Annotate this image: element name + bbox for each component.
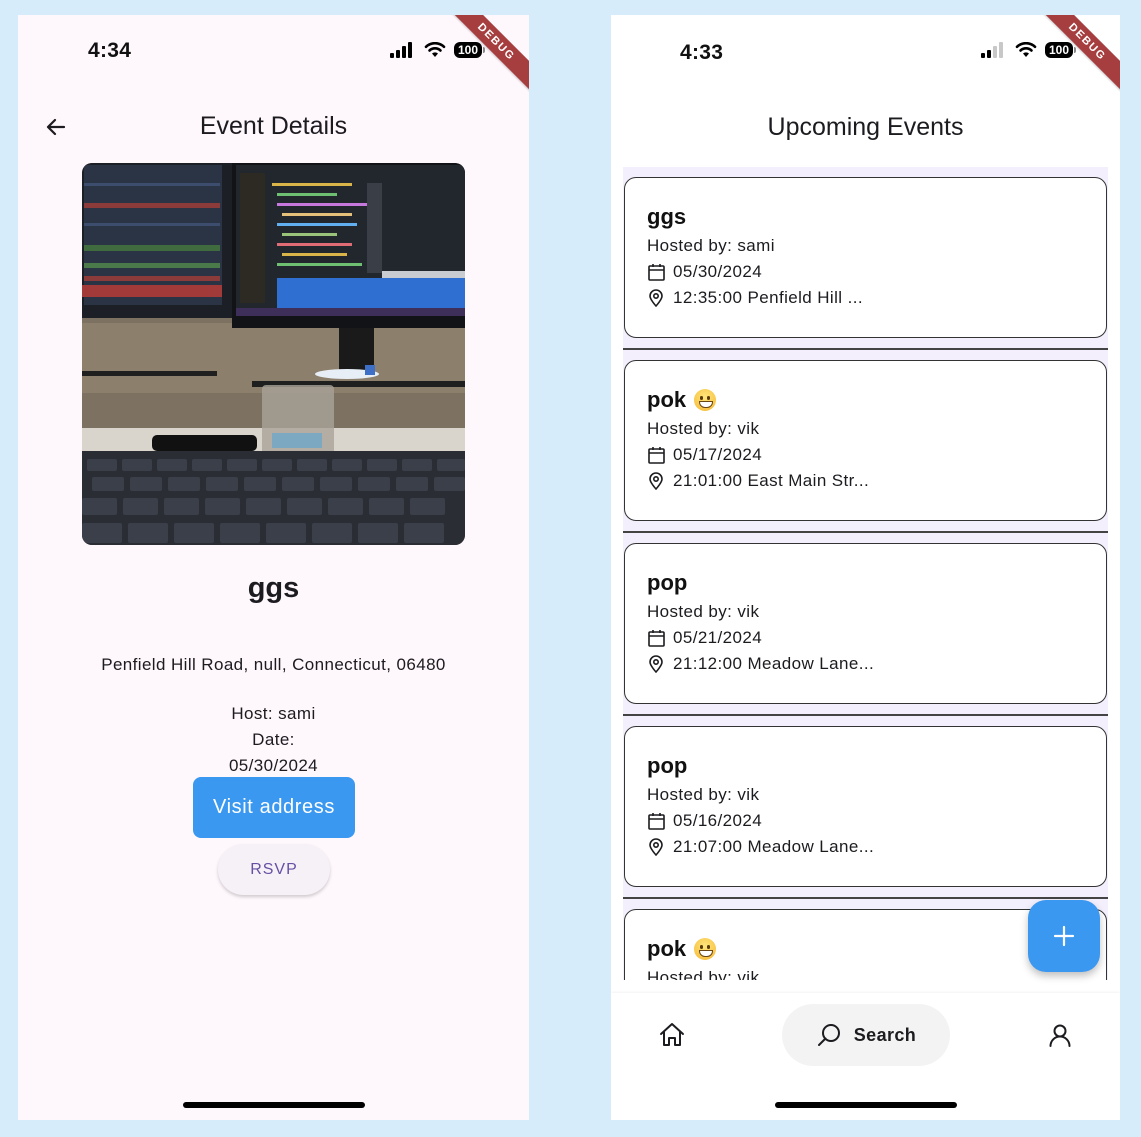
bottom-navigation: Search: [611, 993, 1120, 1120]
event-card-title: ggs: [647, 204, 1084, 230]
event-host: Hosted by: vik: [647, 418, 760, 438]
event-date: 05/21/2024: [673, 627, 763, 647]
location-pin-icon: [649, 471, 663, 490]
event-location-row: 12:35:00 Penfield Hill ...: [647, 287, 1084, 308]
home-indicator: [774, 1102, 957, 1108]
visit-address-button[interactable]: Visit address: [193, 777, 355, 838]
add-event-button[interactable]: [1028, 900, 1100, 972]
wifi-icon: [1015, 42, 1037, 57]
event-list-item: pok Hosted by: vik 05/17/2024 21:01:00 East…: [623, 350, 1108, 533]
cellular-signal-icon: [980, 42, 1003, 58]
event-host: Hosted by: vik: [647, 967, 760, 981]
wifi-icon: [424, 42, 446, 57]
event-date-label: Date:: [252, 730, 295, 749]
event-location: 21:12:00 Meadow Lane...: [673, 653, 875, 673]
location-pin-icon: [649, 837, 663, 856]
battery-tip: [1074, 47, 1076, 53]
nav-profile[interactable]: [1043, 1018, 1077, 1052]
event-card[interactable]: pop Hosted by: vik 05/21/2024 21:12:00 Mead…: [624, 543, 1107, 704]
status-bar: 4:33 100: [611, 15, 1120, 85]
grinning-emoji-icon: [694, 389, 717, 411]
event-location-row: 21:01:00 East Main Str...: [647, 470, 1084, 491]
event-card[interactable]: ggs Hosted by: sami 05/30/2024 12:35:00 Pen…: [624, 177, 1107, 338]
event-list[interactable]: ggs Hosted by: sami 05/30/2024 12:35:00 Pen…: [623, 167, 1108, 980]
status-time: 4:34: [88, 39, 132, 62]
event-list-item: pop Hosted by: vik 05/21/2024 21:12:00 Mead…: [623, 533, 1108, 716]
battery-indicator: 100: [453, 42, 485, 58]
event-title-text: pok: [647, 936, 687, 961]
status-icons: 100: [389, 42, 485, 58]
event-card[interactable]: pop Hosted by: vik 05/16/2024 21:07:00 Mead…: [624, 726, 1107, 887]
event-location: 21:07:00 Meadow Lane...: [673, 836, 875, 856]
event-title-text: pok: [647, 387, 687, 412]
app-bar: Event Details: [18, 105, 529, 149]
home-icon: [660, 1023, 684, 1046]
rsvp-button[interactable]: RSVP: [218, 844, 330, 895]
event-date: 05/30/2024: [673, 261, 763, 281]
cellular-signal-icon: [389, 42, 412, 58]
battery-indicator: 100: [1044, 42, 1076, 58]
event-host: Hosted by: vik: [647, 601, 760, 621]
event-image: [82, 163, 465, 545]
battery-tip: [483, 47, 485, 53]
status-time: 4:33: [680, 41, 724, 64]
calendar-icon: [647, 446, 665, 464]
event-list-item: ggs Hosted by: sami 05/30/2024 12:35:00 Pen…: [623, 167, 1108, 350]
event-meta: Host: sami Date: 05/30/2024: [18, 701, 529, 779]
status-bar: 4:34 100: [18, 15, 529, 85]
nav-home[interactable]: [655, 1018, 689, 1052]
nav-search[interactable]: Search: [782, 1004, 950, 1066]
profile-icon: [1049, 1024, 1071, 1047]
event-location: 21:01:00 East Main Str...: [673, 470, 870, 490]
calendar-icon: [647, 263, 665, 281]
home-indicator: [182, 1102, 365, 1108]
event-list-item: pop Hosted by: vik 05/16/2024 21:07:00 Mead…: [623, 716, 1108, 899]
battery-level: 100: [453, 42, 482, 58]
event-date-row: 05/17/2024: [647, 444, 1084, 465]
calendar-icon: [647, 812, 665, 830]
event-details-screen: 4:34 100 DEBUG Event Details ggs Penfiel…: [18, 15, 529, 1120]
event-date-value: 05/30/2024: [228, 756, 319, 775]
event-host: Host: sami: [231, 704, 316, 723]
event-card[interactable]: pok Hosted by: vik 05/17/2024 21:01:00 East…: [624, 360, 1107, 521]
event-date-row: 05/30/2024: [647, 261, 1084, 282]
event-date: 05/16/2024: [673, 810, 763, 830]
location-pin-icon: [649, 654, 663, 673]
event-address: Penfield Hill Road, null, Connecticut, 0…: [101, 655, 446, 674]
desk-setup-photo: [82, 163, 465, 545]
event-location-row: 21:07:00 Meadow Lane...: [647, 836, 1084, 857]
calendar-icon: [647, 629, 665, 647]
event-title-text: pop: [647, 570, 688, 595]
location-pin-icon: [649, 288, 663, 307]
grinning-emoji-icon: [694, 938, 717, 960]
event-date-row: 05/21/2024: [647, 627, 1084, 648]
battery-level: 100: [1044, 42, 1073, 58]
page-title: Upcoming Events: [767, 113, 964, 141]
event-location-row: 21:12:00 Meadow Lane...: [647, 653, 1084, 674]
page-title: Event Details: [199, 112, 348, 140]
upcoming-events-screen: 4:33 100 DEBUG Upcoming Events ggs Hosted…: [611, 15, 1120, 1120]
event-title-text: pop: [647, 753, 688, 778]
event-card-title: pop: [647, 570, 1084, 596]
event-host: Hosted by: vik: [647, 784, 760, 804]
search-icon: [817, 1024, 840, 1046]
event-card-title: pok: [647, 387, 1084, 413]
event-date-row: 05/16/2024: [647, 810, 1084, 831]
event-name: ggs: [247, 572, 300, 604]
event-title-text: ggs: [647, 204, 687, 229]
event-card-title: pok: [647, 936, 1084, 962]
event-location: 12:35:00 Penfield Hill ...: [673, 287, 863, 307]
status-icons: 100: [980, 42, 1076, 58]
event-date: 05/17/2024: [673, 444, 763, 464]
event-card-title: pop: [647, 753, 1084, 779]
event-host: Hosted by: sami: [647, 235, 775, 255]
plus-icon: [1053, 925, 1075, 947]
nav-search-label: Search: [853, 1024, 917, 1045]
